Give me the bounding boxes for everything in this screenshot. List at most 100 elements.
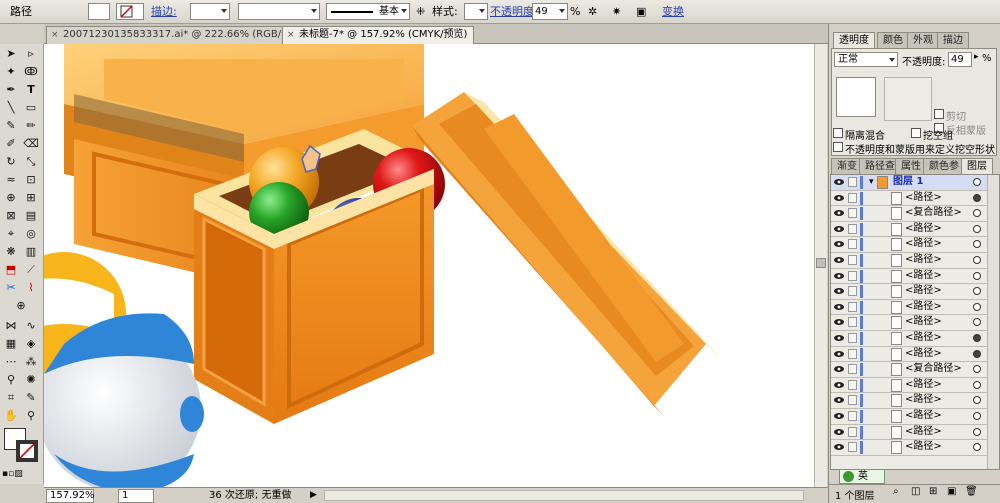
sublayer-row[interactable]: <路径> (831, 346, 989, 363)
direct-selection-tool-icon[interactable]: ▹ (22, 46, 40, 62)
scissors-tool-icon[interactable]: ✂ (2, 280, 20, 296)
knife-tool-icon[interactable]: ⌇ (22, 280, 40, 296)
document-tab-1[interactable]: × 20071230135833317.ai* @ 222.66% (RGB/预… (46, 26, 313, 44)
target-circle-icon[interactable] (973, 224, 981, 233)
pen-tool-icon[interactable]: ✒ (2, 82, 20, 98)
target-circle-icon[interactable] (973, 427, 981, 436)
sublayer-row[interactable]: <路径> (831, 253, 989, 269)
transform-icon[interactable]: ⁜ (416, 3, 425, 20)
visibility-eye-icon[interactable] (834, 365, 844, 373)
target-circle-icon[interactable] (973, 334, 981, 342)
expand-arrow-icon[interactable]: ▾ (869, 175, 874, 189)
tab-layers[interactable]: 图层 (961, 158, 993, 174)
lasso-tool-icon[interactable]: ↂ (22, 64, 40, 80)
sublayer-row[interactable]: <路径> (831, 299, 989, 316)
horizontal-scrollbar[interactable] (324, 490, 804, 501)
line-tool-icon[interactable]: ╲ (2, 100, 20, 116)
blob-brush-tool-icon[interactable]: ✐ (2, 136, 20, 152)
tab-transparency[interactable]: 透明度 (833, 32, 875, 48)
slice-tool-icon[interactable]: ⟋ (22, 262, 40, 278)
sublayer-row[interactable]: <复合路径> (831, 362, 989, 378)
visibility-eye-icon[interactable] (834, 256, 844, 264)
fill-swatch[interactable] (88, 3, 110, 20)
width-tool-icon[interactable]: ⋈ (2, 318, 20, 334)
target-circle-icon[interactable] (973, 178, 981, 186)
measure-tool-icon[interactable]: ⋯ (2, 354, 20, 370)
visibility-eye-icon[interactable] (834, 178, 844, 186)
column-graph-tool-icon[interactable]: ▥ (22, 244, 40, 260)
pencil-tool-icon[interactable]: ✏ (22, 118, 40, 134)
eyedropper2-tool-icon[interactable]: ⚲ (2, 372, 20, 388)
tab-color[interactable]: 颜色 (877, 32, 909, 48)
stroke-swatch[interactable] (116, 3, 144, 20)
target-circle-icon[interactable] (973, 287, 981, 296)
visibility-eye-icon[interactable] (834, 443, 844, 451)
lock-toggle[interactable] (848, 333, 857, 343)
knockout-group-checkbox[interactable] (911, 128, 921, 138)
visibility-eye-icon[interactable] (834, 303, 844, 311)
zoom-field[interactable]: 157.92% (46, 489, 95, 503)
sublayer-row[interactable]: <复合路径> (831, 206, 989, 222)
target-circle-icon[interactable] (973, 412, 981, 420)
tab-color-guide[interactable]: 颜色参 (923, 158, 965, 174)
visibility-eye-icon[interactable] (834, 240, 844, 248)
paintbrush-tool-icon[interactable]: ✎ (2, 118, 20, 134)
gradient-tool-icon[interactable]: ▤ (22, 208, 40, 224)
eraser-tool-icon[interactable]: ⌫ (22, 136, 40, 152)
lock-toggle[interactable] (848, 223, 857, 234)
lock-toggle[interactable] (848, 364, 857, 375)
sublayer-row[interactable]: <路径> (831, 440, 989, 456)
lock-toggle[interactable] (848, 395, 857, 406)
tab-appearance[interactable]: 外观 (907, 32, 939, 48)
new-sublayer-icon[interactable]: ⊞ (929, 486, 937, 497)
lock-toggle[interactable] (848, 270, 857, 281)
clip-checkbox[interactable] (934, 109, 944, 119)
visibility-eye-icon[interactable] (834, 334, 844, 342)
visibility-eye-icon[interactable] (834, 194, 844, 202)
shape-builder-tool-icon[interactable]: ⊕ (2, 190, 20, 206)
visibility-eye-icon[interactable] (834, 396, 844, 404)
magic-wand-tool-icon[interactable]: ✦ (2, 64, 20, 80)
graphic-style-swatch[interactable] (464, 3, 488, 20)
lock-toggle[interactable] (848, 239, 857, 250)
visibility-eye-icon[interactable] (834, 381, 844, 389)
make-clipping-mask-icon[interactable]: ◫ (911, 486, 920, 497)
locate-object-icon[interactable]: ⌕ (893, 486, 899, 497)
artboard-tool-icon[interactable]: ⬒ (2, 262, 20, 278)
artboard-field[interactable]: 1 (118, 489, 154, 503)
artboard-canvas[interactable] (44, 44, 814, 487)
lock-toggle[interactable] (848, 442, 857, 453)
target-circle-icon[interactable] (973, 380, 981, 389)
sublayer-row[interactable]: <路径> (831, 221, 989, 238)
gear-icon[interactable]: ✷ (612, 3, 621, 20)
tab-stroke[interactable]: 描边 (937, 32, 969, 48)
opacity-input[interactable]: 49 (532, 3, 568, 20)
visibility-eye-icon[interactable] (834, 209, 844, 217)
sublayer-row[interactable]: <路径> (831, 237, 989, 253)
variable-width-select[interactable] (238, 3, 320, 20)
target-circle-icon[interactable] (973, 271, 981, 280)
visibility-eye-icon[interactable] (834, 412, 844, 420)
layers-scrollbar[interactable] (987, 175, 999, 469)
lock-toggle[interactable] (848, 411, 857, 421)
stroke-weight-field[interactable] (190, 3, 230, 20)
color-mode-icon[interactable]: ▪▫▨ (2, 466, 23, 482)
target-circle-icon[interactable] (973, 302, 981, 311)
target-circle-icon[interactable] (973, 193, 981, 202)
paint-bucket-tool-icon[interactable]: ✺ (22, 372, 40, 388)
opacity-mask-checkbox[interactable] (833, 142, 843, 152)
sublayer-row[interactable]: <路径> (831, 190, 989, 207)
lock-toggle[interactable] (848, 301, 857, 312)
fill-stroke-swatch[interactable] (4, 428, 40, 464)
mesh-tool-icon[interactable]: ⊠ (2, 208, 20, 224)
lock-toggle[interactable] (848, 426, 857, 437)
crosshair-tool-icon[interactable]: ⊕ (12, 298, 30, 314)
visibility-eye-icon[interactable] (834, 287, 844, 295)
free-transform-tool-icon[interactable]: ⊡ (22, 172, 40, 188)
sublayer-row[interactable]: <路径> (831, 268, 989, 285)
visibility-eye-icon[interactable] (834, 428, 844, 436)
warp-tool-icon[interactable]: ≈ (2, 172, 20, 188)
target-circle-icon[interactable] (973, 256, 981, 264)
close-icon[interactable]: × (51, 27, 59, 43)
target-circle-icon[interactable] (973, 209, 981, 218)
